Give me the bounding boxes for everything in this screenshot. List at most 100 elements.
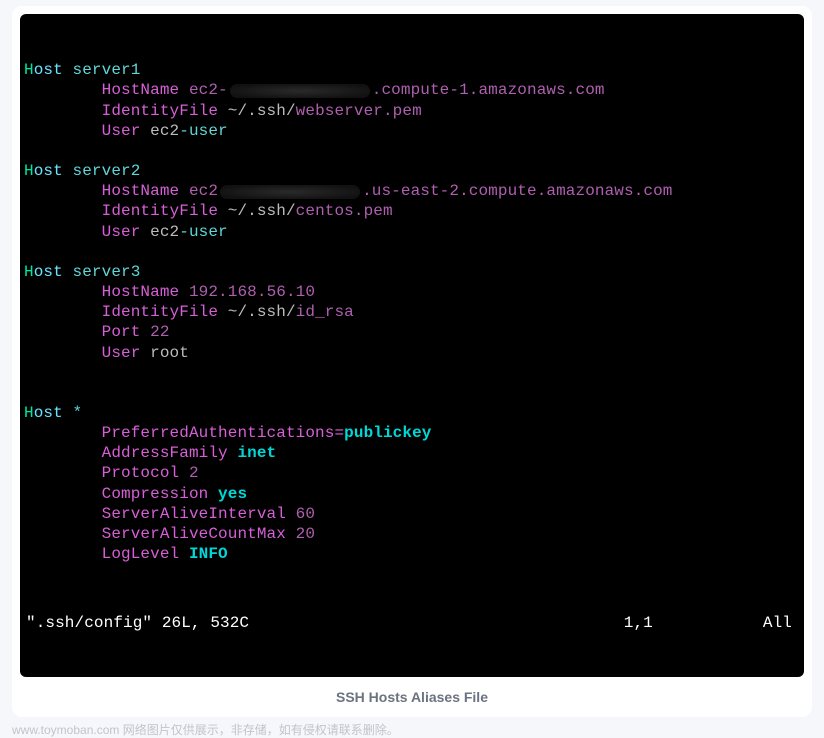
indent (24, 344, 102, 362)
blank-line (24, 363, 794, 383)
indent (24, 444, 102, 462)
config-value-path: root (140, 344, 189, 362)
config-value-path: ~/.ssh/ (218, 202, 296, 220)
redacted-smudge (230, 84, 370, 98)
config-line: AddressFamily inet (24, 443, 794, 463)
config-key: Compression (102, 485, 209, 503)
config-value: 22 (140, 323, 169, 341)
config-value: 2 (179, 464, 198, 482)
config-key: IdentityFile (102, 102, 218, 120)
host-line: Host server1 (24, 60, 794, 80)
indent (24, 485, 102, 503)
indent (24, 283, 102, 301)
host-line: Host server2 (24, 161, 794, 181)
config-key: ServerAliveInterval (102, 505, 286, 523)
config-key: ServerAliveCountMax (102, 525, 286, 543)
config-line: PreferredAuthentications=publickey (24, 423, 794, 443)
footer-disclaimer: www.toymoban.com 网络图片仅供展示，非存储，如有侵权请联系删除。 (0, 717, 824, 738)
host-line: Host * (24, 403, 794, 423)
config-value-keyword: INFO (179, 545, 228, 563)
config-line: Protocol 2 (24, 463, 794, 483)
config-value-path: ec2 (140, 122, 179, 140)
config-value-teal: -user (179, 122, 228, 140)
blank-line (24, 383, 794, 403)
config-line: HostName 192.168.56.10 (24, 282, 794, 302)
config-line: ServerAliveInterval 60 (24, 504, 794, 524)
config-value-keyword: inet (228, 444, 277, 462)
blank-line (24, 141, 794, 161)
host-keyword-h: H (24, 263, 34, 281)
host-keyword-ost: ost (34, 61, 63, 79)
config-line: IdentityFile ~/.ssh/webserver.pem (24, 101, 794, 121)
config-value-path: ~/.ssh/ (218, 303, 296, 321)
host-line: Host server3 (24, 262, 794, 282)
indent (24, 122, 102, 140)
status-scroll-mode: All (763, 613, 792, 633)
config-line: User ec2-user (24, 222, 794, 242)
host-alias: server3 (63, 263, 141, 281)
indent (24, 182, 102, 200)
host-alias: server2 (63, 162, 141, 180)
config-key: HostName (102, 283, 180, 301)
config-value: 192.168.56.10 (179, 283, 315, 301)
config-line: Compression yes (24, 484, 794, 504)
host-keyword-h: H (24, 404, 34, 422)
config-key: IdentityFile (102, 303, 218, 321)
indent (24, 424, 102, 442)
config-line: LogLevel INFO (24, 544, 794, 564)
indent (24, 525, 102, 543)
redacted-smudge (220, 185, 360, 199)
config-key: PreferredAuthentications= (102, 424, 345, 442)
host-keyword-ost: ost (34, 404, 63, 422)
config-key: AddressFamily (102, 444, 228, 462)
host-keyword-ost: ost (34, 162, 63, 180)
config-key: HostName (102, 81, 180, 99)
indent (24, 545, 102, 563)
config-key: User (102, 344, 141, 362)
config-value-keyword: yes (208, 485, 247, 503)
config-line: User ec2-user (24, 121, 794, 141)
config-line: IdentityFile ~/.ssh/id_rsa (24, 302, 794, 322)
config-key: Protocol (102, 464, 180, 482)
indent (24, 303, 102, 321)
config-line: HostName ec2-.compute-1.amazonaws.com (24, 80, 794, 100)
blank-line (24, 242, 794, 262)
status-file-info: ".ssh/config" 26L, 532C (26, 613, 249, 633)
vim-status-bar: ".ssh/config" 26L, 532C 1,1 All (24, 605, 794, 635)
config-key: LogLevel (102, 545, 180, 563)
config-value-teal: -user (179, 223, 228, 241)
config-key: HostName (102, 182, 180, 200)
config-line: Port 22 (24, 322, 794, 342)
config-value-suffix: .compute-1.amazonaws.com (372, 81, 605, 99)
config-key: User (102, 223, 141, 241)
host-alias: * (63, 404, 82, 422)
indent (24, 102, 102, 120)
config-value-keyword: publickey (344, 424, 431, 442)
figure-caption: SSH Hosts Aliases File (20, 677, 804, 709)
config-value-path: ec2 (140, 223, 179, 241)
host-keyword-h: H (24, 61, 34, 79)
host-keyword-h: H (24, 162, 34, 180)
indent (24, 505, 102, 523)
config-value: webserver.pem (296, 102, 422, 120)
config-value: 20 (286, 525, 315, 543)
indent (24, 223, 102, 241)
screenshot-frame: Host server1 HostName ec2-.compute-1.ama… (12, 6, 812, 717)
config-value-suffix: .us-east-2.compute.amazonaws.com (362, 182, 672, 200)
indent (24, 323, 102, 341)
ssh-config-content: Host server1 HostName ec2-.compute-1.ama… (24, 60, 794, 564)
config-key: IdentityFile (102, 202, 218, 220)
indent (24, 202, 102, 220)
config-value: 60 (286, 505, 315, 523)
host-alias: server1 (63, 61, 141, 79)
config-value: id_rsa (296, 303, 354, 321)
indent (24, 81, 102, 99)
host-keyword-ost: ost (34, 263, 63, 281)
config-value-path: ~/.ssh/ (218, 102, 296, 120)
config-value: centos.pem (296, 202, 393, 220)
config-line: User root (24, 343, 794, 363)
indent (24, 464, 102, 482)
terminal-view: Host server1 HostName ec2-.compute-1.ama… (20, 14, 804, 677)
status-cursor-pos: 1,1 (249, 613, 763, 633)
config-line: IdentityFile ~/.ssh/centos.pem (24, 201, 794, 221)
